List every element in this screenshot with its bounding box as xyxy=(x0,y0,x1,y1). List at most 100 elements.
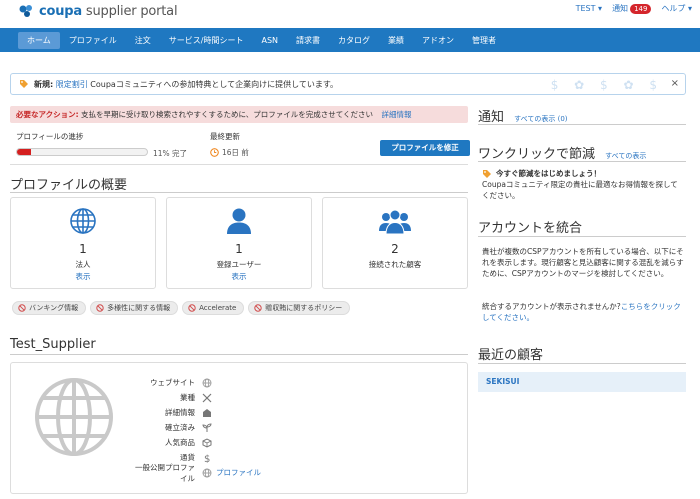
no-sign-icon xyxy=(254,304,262,312)
logo-text-rest: supplier portal xyxy=(81,3,178,19)
notifications-view-all-link[interactable]: すべての表示 (0) xyxy=(514,115,567,123)
nav-addons[interactable]: アドオン xyxy=(413,32,463,49)
last-updated-label: 最終更新 xyxy=(210,132,240,141)
savings-divider xyxy=(478,161,686,162)
nav-performance[interactable]: 業績 xyxy=(379,32,413,49)
info-key: 確立済み xyxy=(165,423,195,432)
alert-details-link[interactable]: 詳細情報 xyxy=(381,110,411,119)
clock-icon xyxy=(210,148,219,157)
notifications-menu[interactable]: 通知 149 xyxy=(612,3,652,14)
public-profile-link[interactable]: プロファイル xyxy=(216,467,261,478)
pill-label: 贈収賄に関するポリシー xyxy=(265,304,343,312)
top-bar: coupa supplier portal TEST ▾ 通知 149 ヘルプ ▾ xyxy=(0,0,700,26)
recent-customer-item[interactable]: SEKISUI xyxy=(478,372,686,392)
user-name: TEST xyxy=(575,4,596,13)
pill-accelerate[interactable]: Accelerate xyxy=(182,301,245,315)
close-icon[interactable]: × xyxy=(671,78,679,89)
pill-label: Accelerate xyxy=(199,304,237,312)
merge-text: 貴社が複数のCSPアカウントを所有している場合、以下にそれを表示します。現行顧客… xyxy=(482,247,684,278)
nav-service-timesheets[interactable]: サービス/時間シート xyxy=(160,32,253,49)
info-key: 一般公開プロファイル xyxy=(135,462,195,483)
merge-divider xyxy=(478,236,686,237)
announcement-prefix: 新規: xyxy=(34,79,54,89)
notifications-label: 通知 xyxy=(612,4,629,13)
info-row-popular-products: 人気商品 xyxy=(133,435,261,450)
building-icon xyxy=(203,408,211,417)
info-key: 詳細情報 xyxy=(165,408,195,417)
tools-icon xyxy=(202,393,212,402)
card-label: 登録ユーザー xyxy=(216,260,262,269)
progress-bar xyxy=(16,148,148,156)
progress-percent: 11% 完了 xyxy=(153,149,188,158)
info-key: ウェブサイト xyxy=(150,378,195,387)
nav-invoices[interactable]: 請求書 xyxy=(287,32,329,49)
progress-label: プロフィールの進捗 xyxy=(16,132,84,141)
last-updated-value: 16日 前 xyxy=(222,148,249,157)
nav-home[interactable]: ホーム xyxy=(18,32,60,49)
announcement-decoration: $ ✿ $ ✿ $ xyxy=(550,78,663,92)
nav-orders[interactable]: 注文 xyxy=(126,32,160,49)
supplier-info-panel: ウェブサイト 業種 詳細情報 確立済み 人気商品 通貨 $ 一般公開プロファイル… xyxy=(10,362,468,494)
savings-title: ワンクリックで節減 xyxy=(478,147,596,162)
edit-profile-button[interactable]: プロファイルを修正 xyxy=(380,140,470,156)
overview-title: プロファイルの概要 xyxy=(10,178,128,193)
tag-icon xyxy=(483,169,491,178)
pill-label: バンキング情報 xyxy=(29,304,79,312)
card-view-link[interactable]: 表示 xyxy=(11,271,155,282)
notifications-divider xyxy=(478,124,686,125)
info-row-established: 確立済み xyxy=(133,420,261,435)
dollar-icon: $ xyxy=(204,454,210,463)
profile-progress-panel: プロフィールの進捗 11% 完了 最終更新 16日 前 プロファイルを修正 xyxy=(10,125,470,165)
card-label: 接続された顧客 xyxy=(368,260,422,269)
help-menu[interactable]: ヘルプ ▾ xyxy=(661,3,692,14)
card-view-link[interactable]: 表示 xyxy=(167,271,311,282)
card-registered-users: 1 登録ユーザー 表示 xyxy=(166,197,312,289)
info-key: 業種 xyxy=(180,393,195,402)
supplier-divider xyxy=(10,354,468,355)
seedling-icon xyxy=(202,422,212,432)
notifications-title: 通知 xyxy=(478,110,505,125)
notifications-badge: 149 xyxy=(630,4,652,14)
merge-accounts-title: アカウントを統合 xyxy=(478,221,583,236)
coupa-logo[interactable]: coupa supplier portal xyxy=(18,2,178,20)
announcement-text: Coupaコミュニティへの参加特典として企業向けに提供しています。 xyxy=(87,79,339,89)
pill-anti-bribery-policy[interactable]: 贈収賄に関するポリシー xyxy=(248,301,351,315)
main-nav: ホーム プロファイル 注文 サービス/時間シート ASN 請求書 カタログ 業績… xyxy=(0,28,700,52)
card-count: 2 xyxy=(391,242,399,256)
info-row-industry: 業種 xyxy=(133,390,261,405)
savings-view-all-link[interactable]: すべての表示 xyxy=(605,152,646,160)
globe-placeholder-icon xyxy=(35,378,113,456)
recent-customers-title: 最近の顧客 xyxy=(478,348,544,363)
box-icon xyxy=(202,437,212,448)
nav-asn[interactable]: ASN xyxy=(252,32,287,49)
nav-catalogs[interactable]: カタログ xyxy=(329,32,379,49)
missing-info-pills: バンキング情報 多様性に関する情報 Accelerate 贈収賄に関するポリシー xyxy=(12,301,351,315)
supplier-name-title: Test_Supplier xyxy=(10,337,96,352)
card-label: 法人 xyxy=(75,260,91,269)
card-count: 1 xyxy=(79,242,87,256)
no-sign-icon xyxy=(18,304,26,312)
info-key: 人気商品 xyxy=(165,438,195,447)
alert-required-label: 必要なアクション: xyxy=(16,110,79,119)
card-count: 1 xyxy=(235,242,243,256)
merge-question: 統合するアカウントが表示されませんか? xyxy=(482,302,621,311)
savings-heading: 今すぐ節減をはじめましょう！ xyxy=(496,169,601,178)
savings-text: Coupaコミュニティ限定の貴社に最適なお得情報を探してください。 xyxy=(482,180,678,200)
info-row-public-profile: 一般公開プロファイル プロファイル xyxy=(133,463,261,483)
pill-banking-info[interactable]: バンキング情報 xyxy=(12,301,87,315)
nav-admin[interactable]: 管理者 xyxy=(463,32,505,49)
announcement-link[interactable]: 限定割引 xyxy=(56,80,88,89)
globe-icon xyxy=(202,378,212,387)
announcement-banner: 新規: 限定割引 Coupaコミュニティへの参加特典として企業向けに提供していま… xyxy=(10,73,686,95)
coupa-logo-icon xyxy=(19,5,32,17)
tag-icon xyxy=(20,80,28,88)
no-sign-icon xyxy=(188,304,196,312)
recent-customers-divider xyxy=(478,363,686,364)
card-legal-entities: 1 法人 表示 xyxy=(10,197,156,289)
nav-profile[interactable]: プロファイル xyxy=(60,32,126,49)
user-menu[interactable]: TEST ▾ xyxy=(576,4,602,13)
pill-diversity-info[interactable]: 多様性に関する情報 xyxy=(90,301,179,315)
progress-bar-fill xyxy=(17,149,32,155)
pill-label: 多様性に関する情報 xyxy=(107,304,171,312)
svg-text:$: $ xyxy=(204,454,210,463)
